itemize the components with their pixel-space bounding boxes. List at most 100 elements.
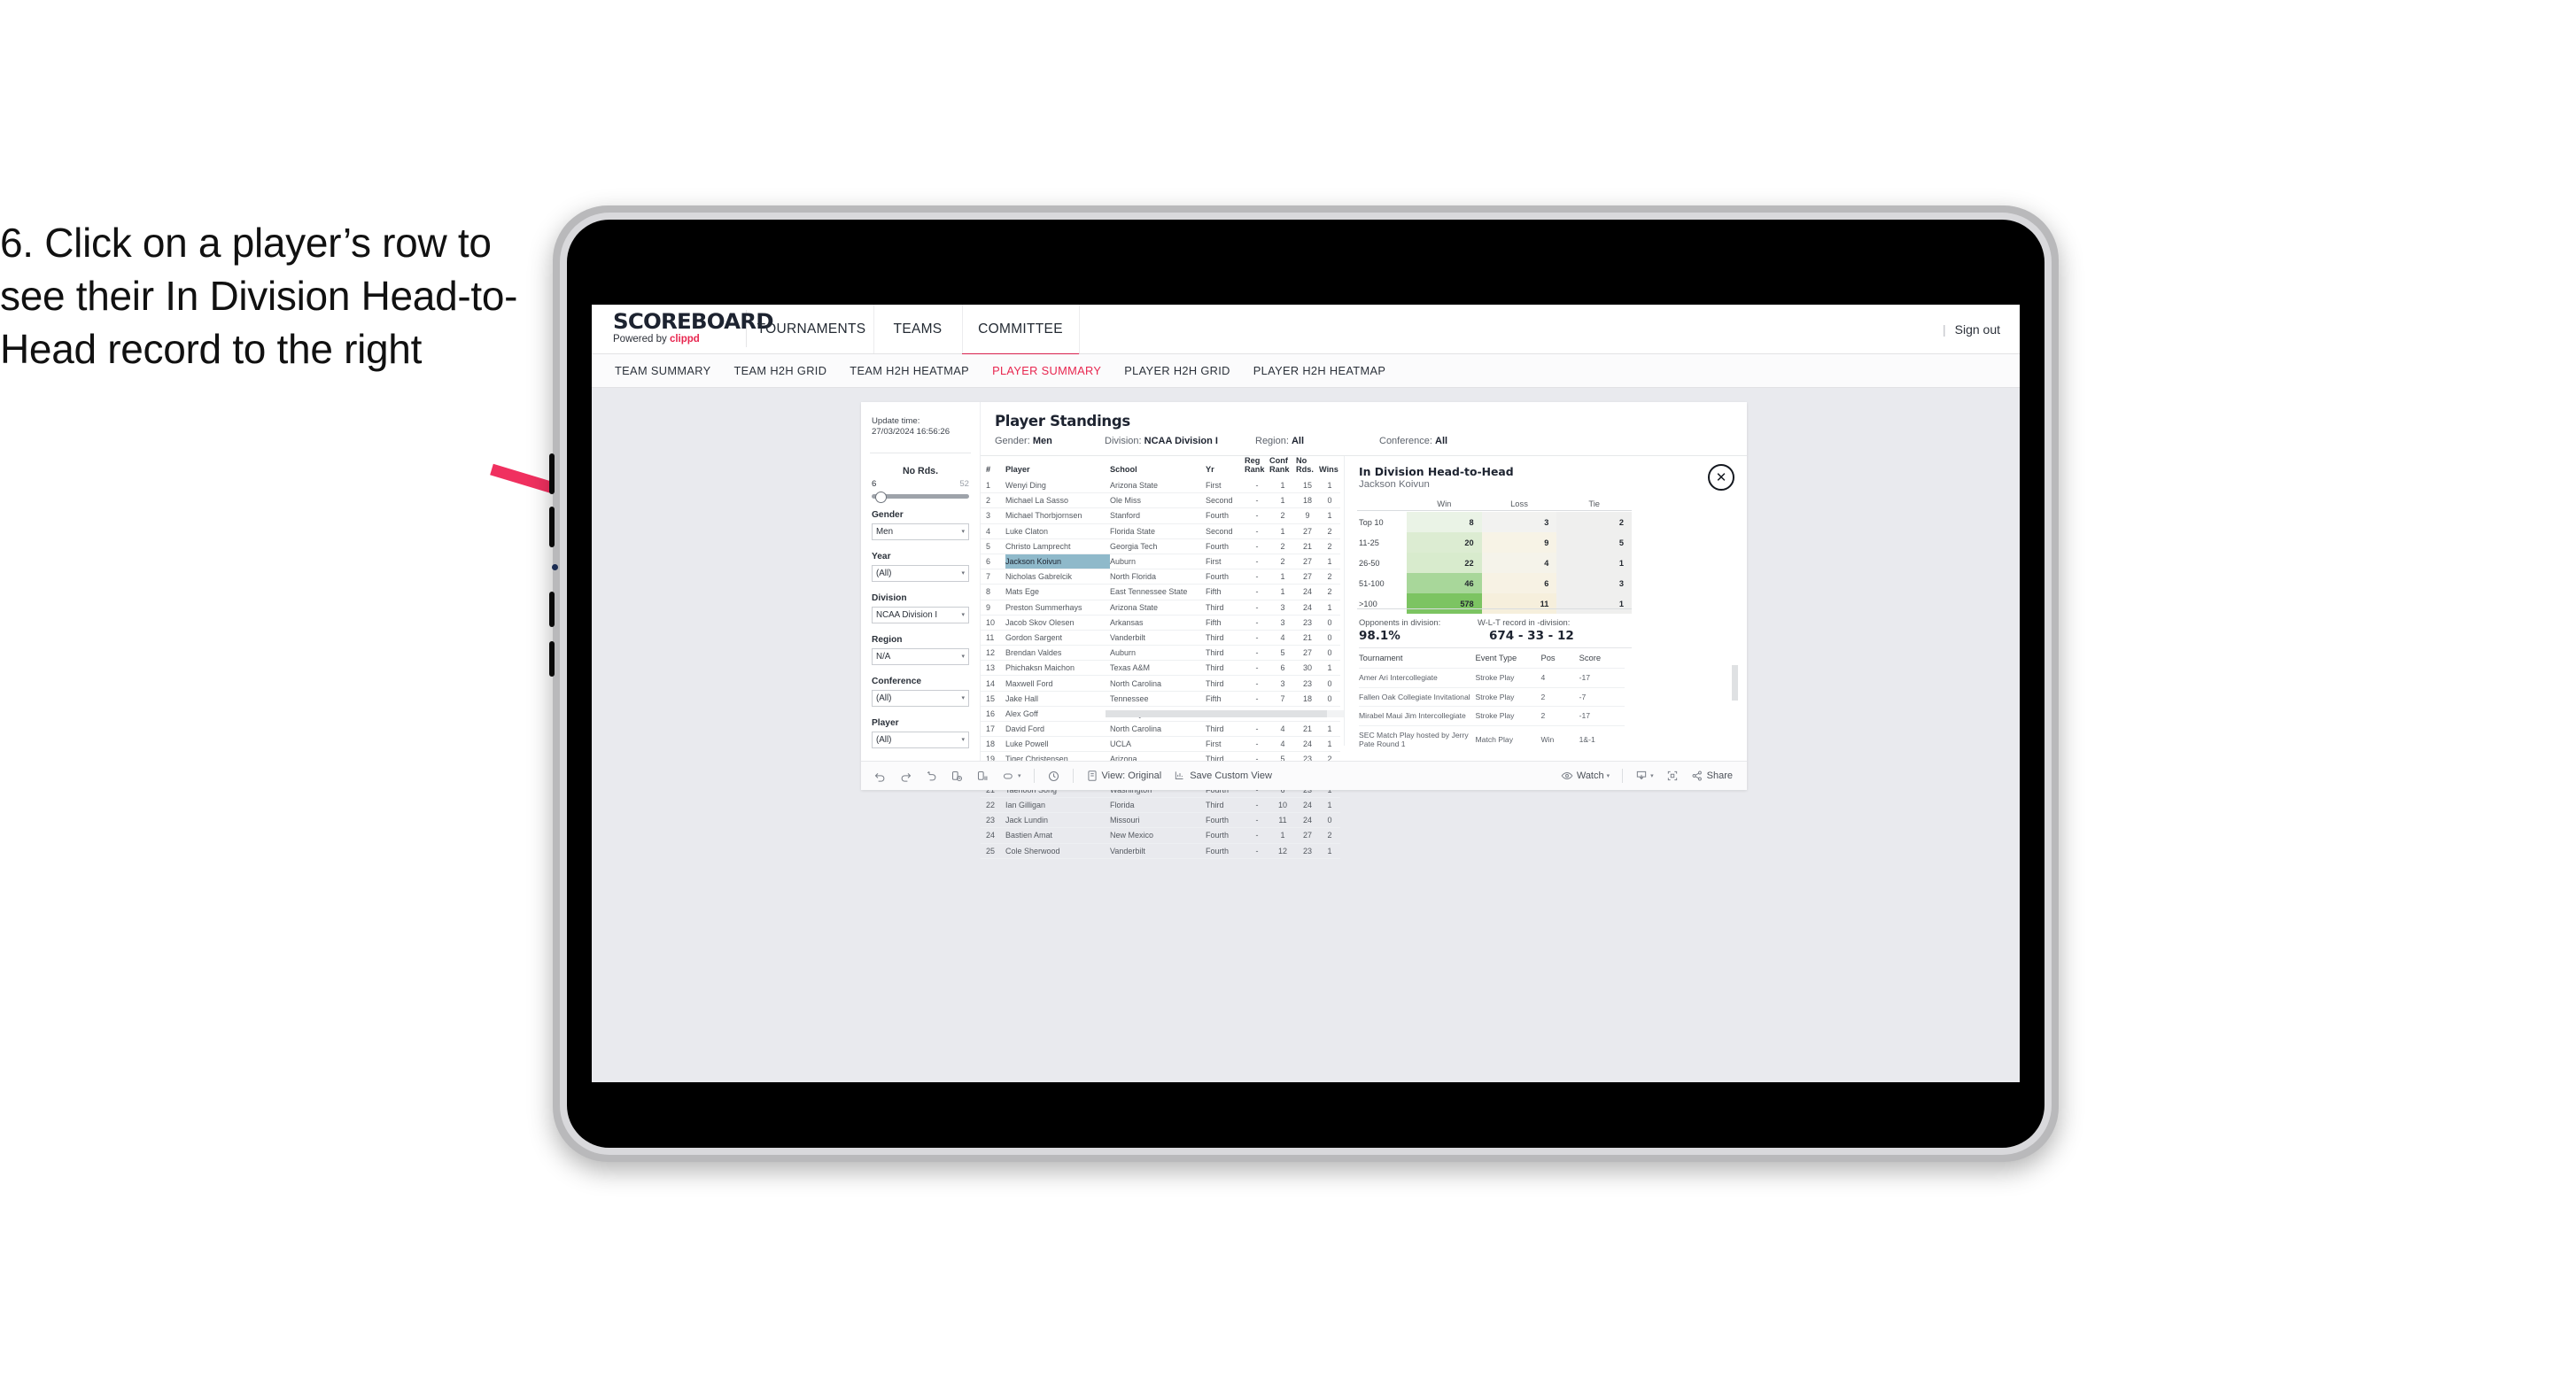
table-row[interactable]: 5 Christo Lamprecht Georgia Tech Fourth -2 21… <box>981 538 1340 554</box>
col-tournament[interactable]: Tournament <box>1359 653 1476 669</box>
table-row[interactable]: 23 Jack Lundin Missouri Fourth -11 24 0 <box>981 812 1340 829</box>
col-score[interactable]: Score <box>1579 653 1625 669</box>
view-original-button[interactable]: View: Original <box>1086 770 1161 782</box>
table-row[interactable]: 24 Bastien Amat New Mexico Fourth -1 27 2 <box>981 827 1340 844</box>
table-row[interactable]: 9 Preston Summerhays Arizona State Third -3 2… <box>981 600 1340 616</box>
watch-button[interactable]: Watch ▾ <box>1561 770 1610 782</box>
no-rounds-slider-handle[interactable] <box>875 491 887 503</box>
table-row[interactable]: 8 Mats Ege East Tennessee State Fifth -1 24 2 <box>981 584 1340 600</box>
nav-item-teams[interactable]: TEAMS <box>873 305 963 353</box>
tournament-row[interactable]: Fallen Oak Collegiate Invitational Stroke… <box>1359 686 1625 707</box>
table-row[interactable]: 25 Cole Sherwood Vanderbilt Fourth -12 23 1 <box>981 843 1340 859</box>
subnav-item-team-summary[interactable]: TEAM SUMMARY <box>615 364 710 377</box>
cell-school: Auburn <box>1110 554 1206 570</box>
cell-num: 4 <box>981 523 1005 539</box>
col-rank[interactable]: # <box>981 456 1005 478</box>
no-rounds-slider[interactable] <box>872 491 969 503</box>
volume-up-button[interactable] <box>549 453 555 494</box>
table-row[interactable]: 15 Jake Hall Tennessee Fifth -7 18 0 <box>981 691 1340 707</box>
cell-player: Bastien Amat <box>1005 827 1110 844</box>
download-button[interactable]: ▾ <box>1635 770 1654 782</box>
cell-reg: - <box>1245 675 1269 692</box>
col-conf-rank[interactable]: Conf Rank <box>1269 456 1296 478</box>
table-row[interactable]: 13 Phichaksn Maichon Texas A&M Third -6 30 1 <box>981 660 1340 677</box>
table-row[interactable]: 7 Nicholas Gabrelcik North Florida Fourth -1… <box>981 569 1340 585</box>
cell-player: David Ford <box>1005 721 1110 738</box>
table-row[interactable]: 1 Wenyi Ding Arizona State First -1 15 1 <box>981 478 1340 494</box>
cell-reg: - <box>1245 569 1269 585</box>
standings-table-body: 1 Wenyi Ding Arizona State First -1 15 1 2 Micha… <box>981 478 1340 859</box>
standings-table-wrapper[interactable]: # Player School Yr Reg Rank Conf Rank No Rd… <box>981 456 1463 859</box>
cell-school: Vanderbilt <box>1110 630 1206 647</box>
col-wins[interactable]: Wins <box>1319 456 1340 478</box>
table-row[interactable]: 18 Luke Powell UCLA First -4 24 1 <box>981 736 1340 753</box>
table-row[interactable]: 6 Jackson Koivun Auburn First -2 27 1 <box>981 554 1340 570</box>
tournament-cell-type: Stroke Play <box>1475 706 1541 725</box>
subnav-item-player-h2h-heatmap[interactable]: PLAYER H2H HEATMAP <box>1253 364 1385 377</box>
col-pos[interactable]: Pos <box>1540 653 1579 669</box>
col-player[interactable]: Player <box>1005 456 1110 478</box>
cell-rds: 15 <box>1296 478 1319 494</box>
tournament-row[interactable]: Mirabel Maui Jim Intercollegiate Stroke P… <box>1359 706 1625 725</box>
col-year[interactable]: Yr <box>1206 456 1245 478</box>
col-reg-rank[interactable]: Reg Rank <box>1245 456 1269 478</box>
h2h-cell-loss: 11 <box>1481 593 1557 614</box>
pause-auto-update-button[interactable] <box>1047 770 1060 783</box>
cell-yr: First <box>1206 554 1245 570</box>
sign-out-area[interactable]: | Sign out <box>1943 305 2000 353</box>
refresh-button[interactable] <box>950 770 964 783</box>
filter-region-select[interactable]: N/A ▾ <box>872 647 969 665</box>
col-event-type[interactable]: Event Type <box>1476 653 1541 669</box>
undo-button[interactable] <box>873 770 887 783</box>
table-row[interactable]: 11 Gordon Sargent Vanderbilt Third -4 21 0 <box>981 630 1340 647</box>
sign-out-link[interactable]: Sign out <box>1955 322 2000 337</box>
cell-rds: 23 <box>1296 843 1319 859</box>
power-button[interactable] <box>549 592 555 627</box>
tournament-row[interactable]: Amer Ari Intercollegiate Stroke Play 4 -17 <box>1359 668 1625 687</box>
subnav-item-player-summary[interactable]: PLAYER SUMMARY <box>992 364 1101 377</box>
table-row[interactable]: 10 Jacob Skov Olesen Arkansas Fifth -3 23 0 <box>981 615 1340 631</box>
filter-division-select[interactable]: NCAA Division I ▾ <box>872 606 969 623</box>
cell-conf: 11 <box>1269 812 1296 829</box>
share-button[interactable]: Share <box>1691 770 1733 782</box>
subnav-item-team-h2h-grid[interactable]: TEAM H2H GRID <box>733 364 826 377</box>
col-no-rds[interactable]: No Rds. <box>1296 456 1319 478</box>
subnav-item-team-h2h-heatmap[interactable]: TEAM H2H HEATMAP <box>850 364 969 377</box>
update-time-block: Update time: 27/03/2024 16:56:26 <box>861 402 980 438</box>
filter-gender-select[interactable]: Men ▾ <box>872 523 969 540</box>
pause-refresh-button[interactable] <box>976 770 989 783</box>
redo-button[interactable] <box>899 770 912 783</box>
table-row[interactable]: 14 Maxwell Ford North Carolina Third -3 23 0 <box>981 675 1340 692</box>
filter-player-select[interactable]: (All) ▾ <box>872 731 969 748</box>
close-icon[interactable]: ✕ <box>1708 464 1734 491</box>
cell-conf: 1 <box>1269 492 1296 509</box>
h2h-cell-win: 20 <box>1407 532 1482 553</box>
nav-item-committee[interactable]: COMMITTEE <box>962 305 1080 356</box>
table-row[interactable]: 22 Ian Gilligan Florida Third -10 24 1 <box>981 797 1340 814</box>
cell-reg: - <box>1245 507 1269 524</box>
table-row[interactable]: 3 Michael Thorbjornsen Stanford Fourth -2 9 1 <box>981 507 1340 524</box>
tournament-cell-name: Amer Ari Intercollegiate <box>1359 668 1476 687</box>
tournament-scrollbar[interactable] <box>1732 665 1738 701</box>
filter-conference-select[interactable]: (All) ▾ <box>872 689 969 707</box>
table-row[interactable]: 2 Michael La Sasso Ole Miss Second -1 18 0 <box>981 492 1340 509</box>
toolbar-divider-3 <box>1622 769 1624 783</box>
cell-player: Brendan Valdes <box>1005 645 1110 662</box>
tournament-row[interactable]: SEC Match Play hosted by Jerry Pate Roun… <box>1359 724 1625 754</box>
fullscreen-button[interactable] <box>1666 770 1679 782</box>
volume-down-button[interactable] <box>549 507 555 547</box>
h2h-row: 11-25 20 9 5 <box>1357 532 1632 553</box>
table-row[interactable]: 17 David Ford North Carolina Third -4 21 1 <box>981 721 1340 738</box>
col-school[interactable]: School <box>1110 456 1206 478</box>
revert-button[interactable] <box>925 770 938 783</box>
side-button-lower[interactable] <box>549 641 555 677</box>
table-row[interactable]: 12 Brendan Valdes Auburn Third -5 27 0 <box>981 645 1340 662</box>
filter-year-select[interactable]: (All) ▾ <box>872 564 969 582</box>
shape-dropdown-button[interactable]: ▾ <box>1002 770 1021 783</box>
subnav-item-player-h2h-grid[interactable]: PLAYER H2H GRID <box>1124 364 1230 377</box>
nav-item-tournaments[interactable]: TOURNAMENTS <box>749 305 874 353</box>
save-custom-view-button[interactable]: Save Custom View <box>1174 770 1272 782</box>
table-row[interactable]: 4 Luke Claton Florida State Second -1 27 2 <box>981 523 1340 539</box>
app-logo[interactable]: SCOREBOARD Powered by clippd <box>613 310 774 347</box>
cell-wins: 1 <box>1319 721 1340 738</box>
